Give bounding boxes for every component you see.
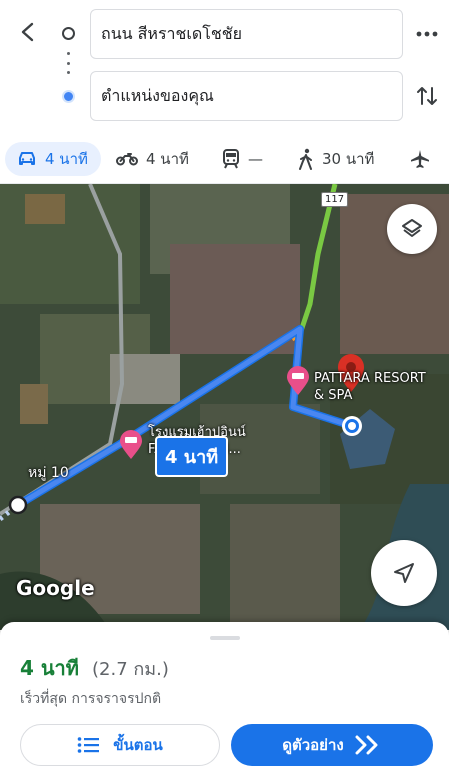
tab-motorcycle[interactable]: 4 นาที (116, 142, 189, 176)
list-icon (77, 737, 100, 753)
route-summary-sheet: 4 นาที (2.7 กม.) เร็วที่สุด การจราจรปกติ… (0, 622, 449, 775)
motorcycle-time: 4 นาที (146, 150, 189, 168)
steps-button[interactable]: ขั้นตอน (20, 724, 220, 766)
origin-text: ถนน สีหราชเดโชชัย (101, 23, 242, 43)
route-duration: 4 นาที (20, 656, 79, 680)
walking-icon (299, 148, 312, 170)
back-button[interactable] (14, 18, 42, 46)
swap-button[interactable] (413, 82, 441, 110)
navigation-arrow-icon (394, 563, 414, 583)
route-dots-icon (67, 52, 70, 74)
place-label-resort[interactable]: PATTARA RESORT & SPA (314, 370, 434, 404)
motorcycle-icon (116, 153, 138, 166)
my-location-dot-icon (62, 90, 75, 103)
destination-text: ตำแหน่งของคุณ (101, 85, 214, 105)
train-icon (223, 149, 239, 169)
road-shield-label: 117 (321, 192, 349, 207)
car-icon (19, 152, 35, 165)
tab-transit[interactable]: — (222, 142, 263, 176)
recenter-button[interactable] (371, 540, 437, 606)
layers-icon (402, 219, 422, 237)
swap-vert-icon (417, 87, 437, 105)
directions-header: ถนน สีหราชเดโชชัย ตำแหน่งของคุณ (0, 0, 449, 134)
google-attribution: Google (16, 576, 95, 600)
destination-field[interactable]: ตำแหน่งของคุณ (90, 71, 403, 121)
steps-label: ขั้นตอน (113, 736, 163, 754)
tab-driving[interactable]: 4 นาที (5, 142, 101, 176)
route-time-callout[interactable]: 4 นาที (155, 436, 229, 477)
village-label: หมู่ 10 (28, 465, 69, 481)
map-view[interactable]: 117 PATTARA RESORT & SPA โรงแรมเฮ้าปอินน… (0, 184, 449, 630)
drag-handle[interactable] (210, 636, 240, 640)
route-description: เร็วที่สุด การจราจรปกติ (20, 691, 162, 707)
more-options-button[interactable] (413, 20, 441, 48)
layers-button[interactable] (387, 204, 437, 254)
tab-walking[interactable]: 30 นาที (298, 142, 374, 176)
preview-button[interactable]: ดูตัวอย่าง (231, 724, 433, 766)
walking-time: 30 นาที (322, 150, 375, 168)
tab-flights[interactable] (410, 142, 438, 176)
back-arrow-icon (21, 22, 34, 42)
transit-time: — (248, 150, 263, 168)
preview-label: ดูตัวอย่าง (282, 736, 344, 754)
driving-time: 4 นาที (45, 150, 88, 168)
more-vert-icon (416, 31, 438, 37)
route-distance: (2.7 กม.) (92, 659, 169, 680)
travel-mode-bar: 4 นาที 4 นาที — 30 นาที (0, 134, 449, 184)
origin-field[interactable]: ถนน สีหราชเดโชชัย (90, 9, 403, 59)
origin-icon (62, 27, 75, 40)
double-chevron-right-icon (355, 735, 378, 755)
flight-icon (411, 150, 429, 168)
